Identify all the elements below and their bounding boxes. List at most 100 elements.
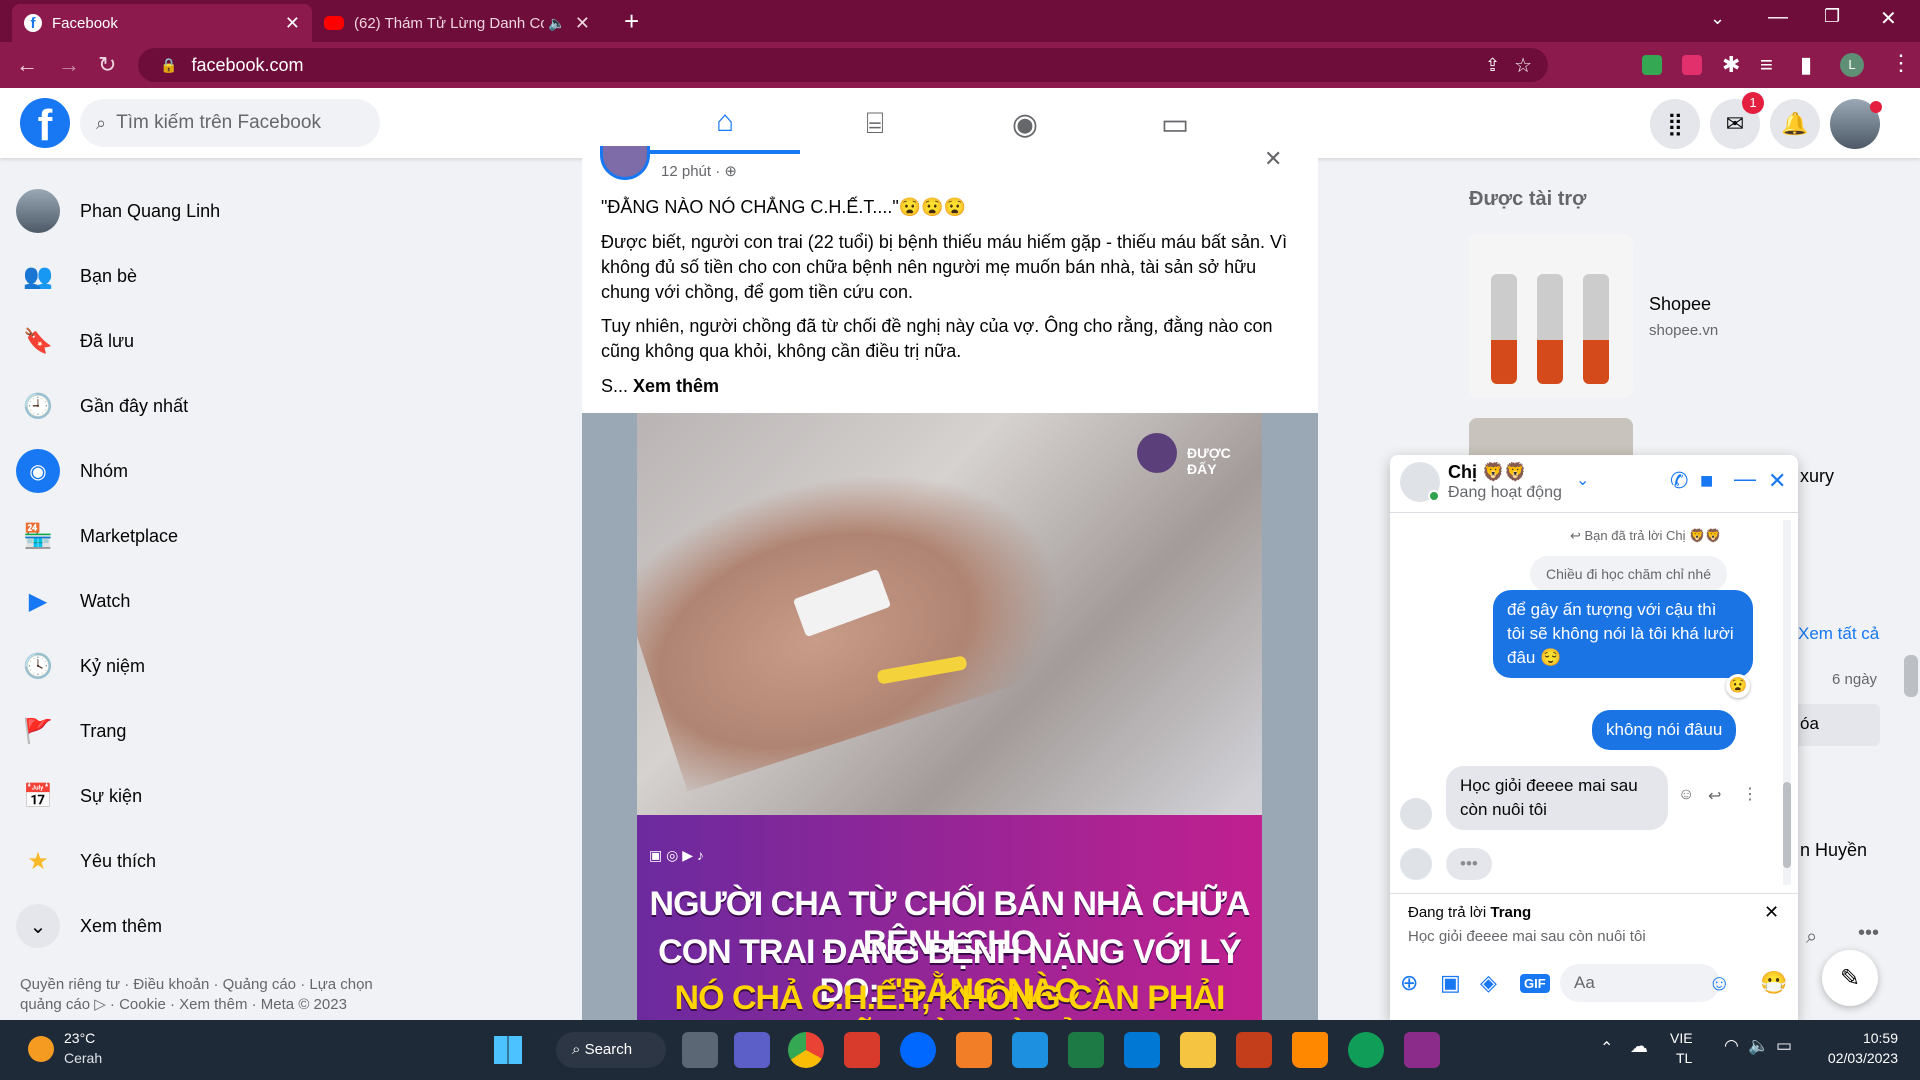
close-icon[interactable]: ✕ (575, 13, 590, 34)
file-explorer-icon[interactable] (1180, 1032, 1216, 1068)
weather-icon[interactable] (28, 1036, 54, 1062)
tab-groups[interactable]: ◉ (950, 94, 1100, 154)
sidebar-item-events[interactable]: 📅 Sự kiện (16, 766, 142, 826)
hide-post-button[interactable]: ✕ (1264, 146, 1282, 172)
sidebar-item-favorites[interactable]: ★ Yêu thích (16, 831, 156, 891)
ad-image-2[interactable] (1469, 418, 1633, 458)
tab-gaming[interactable]: ▭ (1100, 94, 1250, 154)
footer-links[interactable]: Quyền riêng tư · Điều khoản · Quảng cáo … (20, 975, 400, 1015)
chrome-icon[interactable] (788, 1032, 824, 1068)
clock-date[interactable]: 02/03/2023 (1816, 1050, 1898, 1066)
search-contacts-icon[interactable]: ⌕ (1806, 926, 1817, 949)
restore-button[interactable]: ❐ (1824, 6, 1840, 27)
minimize-chat-icon[interactable]: — (1734, 466, 1756, 492)
cancel-reply-icon[interactable]: ✕ (1764, 902, 1779, 923)
extensions-icon[interactable]: ✱ (1722, 52, 1740, 78)
zalo-icon[interactable] (900, 1032, 936, 1068)
contact-name-partial[interactable]: n Huyền (1800, 840, 1867, 861)
tab-youtube[interactable]: (62) Thám Tử Lừng Danh Co 🔈 ✕ (312, 4, 602, 42)
edge-icon[interactable] (1348, 1032, 1384, 1068)
chevron-down-icon[interactable]: ⌄ (1576, 470, 1589, 490)
video-icon[interactable]: ■ (1700, 468, 1713, 494)
page-scrollbar[interactable] (1904, 655, 1918, 697)
menu-grid-button[interactable]: ⣿ (1650, 99, 1700, 149)
back-icon[interactable]: ← (16, 52, 38, 78)
profile-avatar-icon[interactable]: L (1840, 53, 1864, 77)
quoted-message[interactable]: Chiều đi học chăm chỉ nhé (1530, 556, 1727, 592)
address-bar[interactable]: 🔒 facebook.com ⇪ ☆ (138, 48, 1548, 82)
close-chat-icon[interactable]: ✕ (1768, 468, 1786, 494)
wifi-icon[interactable]: ◠ (1724, 1036, 1739, 1056)
forward-icon[interactable]: → (58, 52, 80, 78)
ad-title[interactable]: Shopee (1649, 294, 1711, 315)
taskbar-search[interactable]: ⌕ Search (556, 1032, 666, 1068)
close-icon[interactable]: ✕ (285, 13, 300, 34)
app-icon-orange[interactable] (956, 1032, 992, 1068)
app-icon-red[interactable] (844, 1032, 880, 1068)
new-tab-button[interactable]: + (624, 6, 639, 37)
new-message-button[interactable]: ✎ (1822, 950, 1878, 1006)
store-icon[interactable] (1124, 1032, 1160, 1068)
chat-scrollbar[interactable] (1783, 520, 1791, 885)
tab-search-icon[interactable]: ⌄ (1710, 8, 1725, 29)
tray-chevron-icon[interactable]: ⌃ (1600, 1038, 1613, 1058)
notifications-button[interactable]: 🔔 (1770, 99, 1820, 149)
gif-icon[interactable]: GIF (1520, 974, 1550, 993)
message-bubble-sent[interactable]: để gây ấn tượng với cậu thì tôi sẽ không… (1493, 590, 1753, 678)
search-input[interactable]: ⌕ Tìm kiếm trên Facebook (80, 99, 380, 147)
emoji-icon[interactable]: ☺ (1708, 970, 1730, 996)
phone-icon[interactable]: ✆ (1670, 468, 1688, 494)
sidebar-item-groups[interactable]: ◉ Nhóm (16, 441, 128, 501)
keyboard-indicator[interactable]: TL (1676, 1050, 1692, 1066)
task-view-icon[interactable] (682, 1032, 718, 1068)
side-panel-icon[interactable]: ▮ (1800, 52, 1812, 78)
more-options-icon[interactable]: ••• (1858, 922, 1879, 945)
weather-temp[interactable]: 23°C (64, 1030, 95, 1046)
reply-icon[interactable]: ↩ (1708, 786, 1721, 806)
volume-icon[interactable]: 🔈 (1748, 1036, 1769, 1056)
ad-title-partial[interactable]: xury (1800, 466, 1834, 487)
reload-icon[interactable]: ↻ (98, 52, 116, 78)
app-icon-blue[interactable] (1012, 1032, 1048, 1068)
powerpoint-icon[interactable] (1236, 1032, 1272, 1068)
sidebar-item-recent[interactable]: 🕘 Gần đây nhất (16, 376, 188, 436)
start-icon[interactable] (494, 1036, 522, 1064)
share-icon[interactable]: ⇪ (1485, 55, 1500, 76)
clock-time[interactable]: 10:59 (1832, 1030, 1898, 1046)
sidebar-item-profile[interactable]: Phan Quang Linh (16, 181, 220, 241)
language-indicator[interactable]: VIE (1670, 1030, 1693, 1046)
see-all-link[interactable]: Xem tất cả (1798, 624, 1879, 644)
tab-facebook[interactable]: f Facebook ✕ (12, 4, 312, 42)
tab-marketplace[interactable]: ⌸ (800, 94, 950, 154)
facebook-logo-icon[interactable]: f (20, 98, 70, 150)
message-input[interactable]: Aa (1560, 964, 1720, 1002)
tab-home[interactable]: ⌂ (650, 94, 800, 154)
action-button-partial[interactable]: óa (1798, 704, 1880, 746)
see-more-link[interactable]: Xem thêm (633, 376, 719, 396)
add-icon[interactable]: ⊕ (1400, 970, 1418, 996)
todo-extension-icon[interactable] (1682, 55, 1702, 75)
media-control-icon[interactable]: ≡ (1760, 52, 1773, 78)
excel-icon[interactable] (1068, 1032, 1104, 1068)
sidebar-item-watch[interactable]: ▶ Watch (16, 571, 131, 631)
sidebar-item-pages[interactable]: 🚩 Trang (16, 701, 126, 761)
reaction-badge[interactable]: 😧 (1726, 674, 1750, 698)
sidebar-item-marketplace[interactable]: 🏪 Marketplace (16, 506, 178, 566)
sidebar-item-friends[interactable]: 👥 Bạn bè (16, 246, 137, 306)
menu-icon[interactable]: ⋮ (1890, 50, 1912, 76)
vlc-icon[interactable] (1292, 1032, 1328, 1068)
minimize-button[interactable]: — (1768, 6, 1788, 29)
sidebar-item-saved[interactable]: 🔖 Đã lưu (16, 311, 134, 371)
winrar-icon[interactable] (1404, 1032, 1440, 1068)
photo-icon[interactable]: ▣ (1440, 970, 1461, 996)
message-bubble-sent[interactable]: không nói đâuu (1592, 710, 1737, 750)
bookmark-star-icon[interactable]: ☆ (1514, 53, 1532, 78)
onedrive-icon[interactable]: ☁ (1630, 1036, 1648, 1057)
sidebar-item-see-more[interactable]: ⌄ Xem thêm (16, 896, 162, 956)
react-icon[interactable]: ☺ (1678, 786, 1694, 804)
chat-contact-name[interactable]: Chị 🦁🦁 (1448, 462, 1527, 483)
sticker-icon[interactable]: ◈ (1480, 970, 1497, 996)
sheets-extension-icon[interactable] (1642, 55, 1662, 75)
message-bubble-received[interactable]: Học giỏi đeeee mai sau còn nuôi tôi (1446, 766, 1668, 830)
quick-reaction-icon[interactable]: 😷 (1760, 970, 1787, 996)
